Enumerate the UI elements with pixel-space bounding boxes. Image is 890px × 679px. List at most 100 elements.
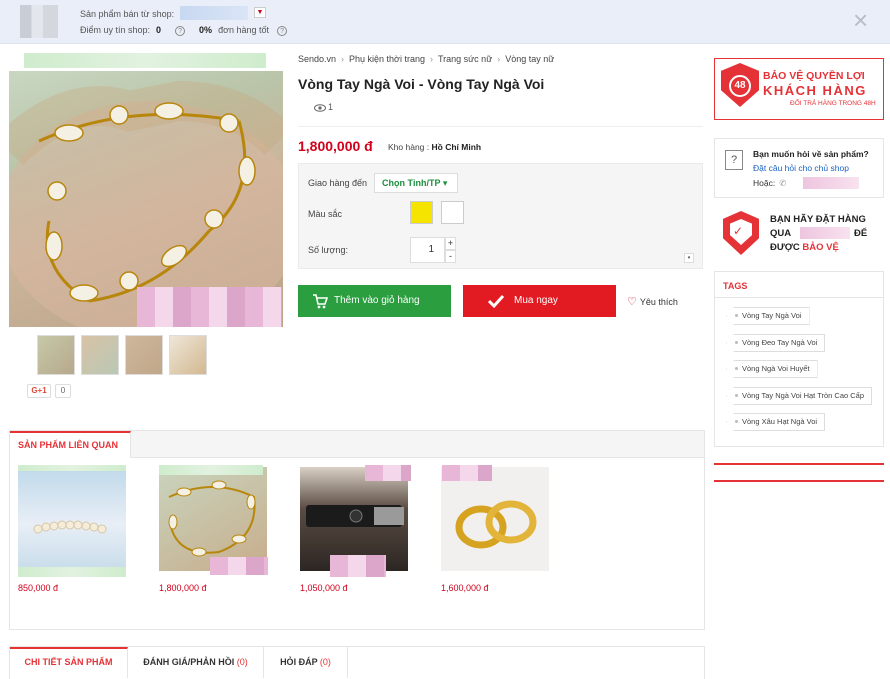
tag-item[interactable]: Vòng Ngà Voi Huyết: [726, 360, 818, 378]
related-tabbar: SẢN PHẨM LIÊN QUAN: [10, 431, 704, 458]
breadcrumb-separator: ›: [341, 54, 345, 64]
tab-related-products[interactable]: SẢN PHẨM LIÊN QUAN: [10, 431, 131, 458]
breadcrumb-item[interactable]: Phụ kiện thời trang: [349, 54, 425, 64]
detail-tabs: CHI TIẾT SẢN PHẨM ĐÁNH GIÁ/PHẢN HỒI (0) …: [9, 646, 705, 679]
shop-rating-label: Điểm uy tín shop:: [80, 25, 151, 35]
shop-dropdown-icon[interactable]: ▼: [254, 7, 266, 18]
phone-number-redacted[interactable]: [803, 177, 859, 189]
related-product-price: 1,050,000 đ: [300, 583, 348, 593]
shop-name-redacted[interactable]: [180, 6, 248, 20]
watermark-redacted: [137, 287, 282, 327]
site-name-redacted: [800, 227, 850, 239]
watermark-redacted: [442, 465, 492, 481]
buy-now-button[interactable]: Mua ngay: [463, 285, 616, 317]
image-caption-redacted: [24, 53, 266, 68]
warehouse-value: Hồ Chí Minh: [431, 142, 482, 152]
title-redacted: [18, 465, 126, 471]
breadcrumb-item[interactable]: Trang sức nữ: [438, 54, 492, 64]
watermark-redacted: [210, 557, 268, 575]
related-product-image[interactable]: [159, 467, 267, 571]
gplus-button[interactable]: G+1: [27, 384, 51, 398]
phone-icon: ✆: [779, 178, 787, 188]
rings-photo: [455, 500, 537, 549]
shop-avatar[interactable]: [20, 5, 58, 38]
breadcrumb-separator: ›: [497, 54, 501, 64]
tags-panel: TAGS Vòng Tay Ngà Voi Vòng Đeo Tay Ngà V…: [714, 271, 884, 447]
shop-good-percent: 0%: [199, 25, 213, 35]
tag-item[interactable]: Vòng Xâu Hạt Ngà Voi: [726, 413, 826, 431]
qty-minus-button[interactable]: -: [445, 250, 456, 263]
related-product-price: 1,800,000 đ: [159, 583, 207, 593]
favorite-label: Yêu thích: [639, 297, 678, 307]
favorite-button[interactable]: ♡ Yêu thích: [627, 295, 678, 308]
ask-or-label: Hoặc:: [753, 178, 776, 188]
breadcrumb-item[interactable]: Sendo.vn: [298, 54, 336, 64]
chevron-down-icon[interactable]: ▾: [684, 253, 694, 263]
tab-product-detail[interactable]: CHI TIẾT SẢN PHẨM: [10, 647, 128, 678]
watermark-redacted: [365, 465, 411, 481]
eye-icon: [314, 103, 326, 112]
ask-question-box: ? Bạn muốn hỏi về sản phẩm? Đặt câu hỏi …: [714, 138, 884, 198]
divider: [298, 126, 703, 127]
tag-item[interactable]: Vòng Tay Ngà Voi Hạt Tròn Cao Cấp: [726, 387, 873, 405]
help-icon[interactable]: ?: [277, 26, 288, 36]
qty-plus-button[interactable]: +: [445, 237, 456, 250]
close-icon[interactable]: ×: [853, 6, 868, 34]
tab-reviews[interactable]: ĐÁNH GIÁ/PHẢN HỒI (0): [128, 647, 264, 678]
thumbnail-2[interactable]: [81, 335, 119, 375]
related-product-price: 1,600,000 đ: [441, 583, 489, 593]
protection-hours: 48: [729, 75, 751, 97]
customer-protection-badge[interactable]: 48 BẢO VỆ QUYỀN LỢI KHÁCH HÀNG ĐỔI TRẢ H…: [714, 58, 884, 120]
bracelet-photo: [168, 480, 256, 557]
order-notice-line1: BẠN HÃY ĐẶT HÀNG: [770, 214, 866, 225]
gplus-count: 0: [55, 384, 71, 398]
order-notice-line3: ĐƯỢC BẢO VỆ: [770, 242, 839, 253]
shop-good-label: đơn hàng tốt: [218, 25, 270, 35]
thumbnail-1[interactable]: [37, 335, 75, 375]
title-redacted: [18, 567, 126, 577]
heart-icon: ♡: [627, 296, 637, 308]
divider: [714, 463, 884, 465]
cart-icon: [313, 294, 328, 309]
breadcrumb-separator: ›: [429, 54, 433, 64]
tag-item[interactable]: Vòng Đeo Tay Ngà Voi: [726, 334, 826, 352]
add-to-cart-label: Thêm vào giỏ hàng: [334, 295, 420, 306]
shop-sold-by: Sản phẩm bán từ shop:: [80, 9, 175, 19]
protection-line2: KHÁCH HÀNG: [763, 83, 867, 98]
related-products-section: SẢN PHẨM LIÊN QUAN 850,000 đ 1,800,000 đ…: [9, 430, 705, 630]
order-notice-de: ĐỂ: [854, 228, 868, 239]
help-icon[interactable]: ?: [175, 26, 186, 36]
breadcrumb-item[interactable]: Vòng tay nữ: [505, 54, 554, 64]
add-to-cart-button[interactable]: Thêm vào giỏ hàng: [298, 285, 451, 317]
related-product-image[interactable]: [441, 467, 549, 571]
tag-item[interactable]: Vòng Tay Ngà Voi: [726, 307, 810, 325]
tab-qa-count: (0): [319, 657, 331, 667]
buy-now-label: Mua ngay: [514, 295, 558, 306]
order-notice-duoc: ĐƯỢC: [770, 242, 800, 253]
order-notice-line2: QUA ĐỂ: [770, 228, 867, 239]
quantity-input[interactable]: 1: [410, 237, 445, 263]
province-select[interactable]: Chọn Tỉnh/TP ▾: [374, 173, 458, 193]
color-swatch-white[interactable]: [441, 201, 464, 224]
protection-line1: BẢO VỆ QUYỀN LỢI: [763, 70, 865, 82]
question-icon: ?: [725, 150, 743, 170]
thumbnail-4[interactable]: [169, 335, 207, 375]
related-product-image[interactable]: [18, 467, 126, 571]
breadcrumb: Sendo.vn › Phụ kiện thời trang › Trang sức n…: [298, 54, 554, 64]
color-label: Màu sắc: [308, 209, 343, 219]
watermark-redacted: [330, 555, 386, 577]
tab-qa[interactable]: HỎI ĐÁP (0): [264, 647, 348, 678]
color-swatch-yellow[interactable]: [410, 201, 433, 224]
warehouse-label: Kho hàng :: [388, 142, 430, 152]
tab-reviews-count: (0): [236, 657, 248, 667]
warehouse-info: Kho hàng : Hồ Chí Minh: [388, 142, 481, 152]
shield-check-icon: ✓: [723, 211, 759, 255]
check-icon: [488, 294, 504, 308]
divider: [715, 297, 883, 298]
title-redacted: [159, 465, 263, 475]
shield-icon: 48: [721, 63, 759, 107]
thumbnail-3[interactable]: [125, 335, 163, 375]
divider: [714, 480, 884, 482]
ask-shop-link[interactable]: Đặt câu hỏi cho chủ shop: [753, 163, 849, 173]
related-product-price: 850,000 đ: [18, 583, 59, 593]
